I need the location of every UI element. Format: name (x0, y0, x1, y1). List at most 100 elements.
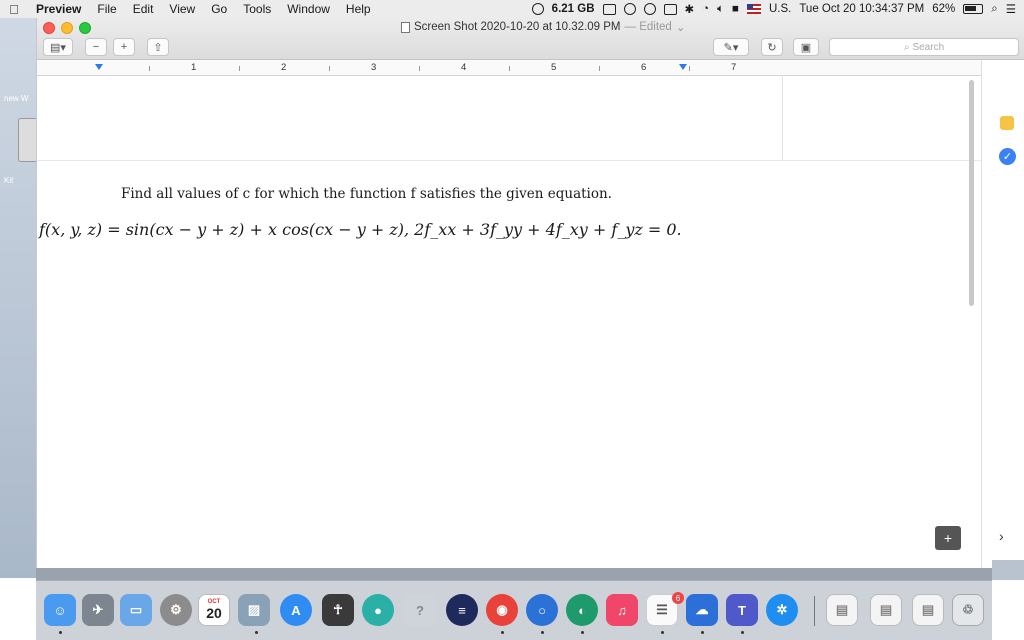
left-indent-marker[interactable] (95, 64, 103, 70)
apple-menu-icon[interactable]:  (0, 2, 28, 17)
markup-pen-icon[interactable]: ✎▾ (713, 38, 749, 56)
zoom-out-icon[interactable]: − (85, 38, 107, 56)
lock-icon[interactable]: ■ (732, 3, 739, 15)
webex-icon[interactable]: ● (362, 594, 394, 626)
desktop-drive-icon[interactable] (18, 118, 38, 162)
chevron-down-icon[interactable]: ⌄ (676, 20, 686, 34)
running-indicator (255, 631, 258, 634)
ruler-number: 6 (641, 62, 647, 73)
preview-icon[interactable]: ▨ (238, 594, 270, 626)
right-sidebar (981, 60, 1024, 568)
spotlight-icon[interactable]: ⌕ (991, 3, 997, 16)
ruler[interactable]: 1 2 3 4 5 6 7 (37, 60, 981, 76)
menu-window[interactable]: Window (279, 2, 338, 16)
menu-tools[interactable]: Tools (235, 2, 279, 16)
desktop-background: new W Kit (0, 18, 38, 578)
teams-icon[interactable]: T (726, 594, 758, 626)
search-field[interactable]: ⌕ Search (829, 38, 1019, 56)
running-indicator (701, 631, 704, 634)
status-app-icon[interactable] (531, 3, 544, 15)
close-button[interactable] (43, 22, 55, 34)
menu-go[interactable]: Go (203, 2, 235, 16)
music-icon[interactable]: ♫ (606, 594, 638, 626)
app-store-icon[interactable]: A (280, 594, 312, 626)
ruler-number: 7 (731, 62, 737, 73)
zoom-in-icon[interactable]: + (113, 38, 135, 56)
notification-center-icon[interactable]: ☰ (1006, 2, 1016, 16)
document-thumbnail-icon[interactable]: ▤ (912, 594, 944, 626)
zoom-button[interactable] (79, 22, 91, 34)
markup-toolbox-icon[interactable]: ▣ (793, 38, 819, 56)
browser-icon[interactable] (643, 3, 656, 15)
rotate-icon[interactable]: ↻ (761, 38, 783, 56)
desktop-item-label[interactable]: Kit (4, 176, 13, 185)
add-button[interactable]: + (935, 526, 961, 550)
ruler-number: 4 (461, 62, 467, 73)
menu-file[interactable]: File (89, 2, 124, 16)
battery-icon[interactable] (963, 4, 984, 14)
chevron-right-icon[interactable]: › (999, 528, 1004, 544)
system-preferences-icon[interactable]: ⚙ (160, 594, 192, 626)
clock[interactable]: Tue Oct 20 10:34:37 PM (799, 3, 924, 15)
search-icon: ⌕ (903, 41, 910, 53)
chrome-icon[interactable]: ◉ (486, 594, 518, 626)
airplay-icon[interactable] (663, 3, 677, 15)
sync-icon[interactable] (623, 3, 636, 15)
help-icon[interactable]: ? (404, 594, 436, 626)
safari-icon[interactable]: ✲ (766, 594, 798, 626)
window-title[interactable]: Screen Shot 2020-10-20 at 10.32.09 PM — … (401, 20, 685, 34)
minimize-button[interactable] (61, 22, 73, 34)
dock-separator (814, 596, 815, 626)
document-thumbnail-icon[interactable]: ▤ (826, 594, 858, 626)
calendar-icon[interactable]: OCT 20 (198, 594, 230, 626)
status-area: 6.21 GB ✱ ◔ 🔈︎ ■ U.S. Tue Oct 20 10:34:3… (531, 0, 1024, 18)
zoom-app-icon[interactable]: ○ (526, 594, 558, 626)
title-bar[interactable]: Screen Shot 2020-10-20 at 10.32.09 PM — … (37, 18, 1024, 60)
document-thumbnail-icon[interactable]: ▤ (870, 594, 902, 626)
sidebar-toggle-button[interactable]: ▤▾ (43, 38, 73, 56)
ruler-tick (239, 66, 240, 71)
preview-window: Screen Shot 2020-10-20 at 10.32.09 PM — … (36, 18, 1024, 568)
menu-edit[interactable]: Edit (125, 2, 162, 16)
menu-view[interactable]: View (161, 2, 203, 16)
bluetooth-icon[interactable]: ✱ (685, 2, 695, 16)
ruler-tick (329, 66, 330, 71)
finder-icon[interactable]: ☺ (44, 594, 76, 626)
wifi-icon[interactable]: ◔ (702, 3, 709, 15)
share-icon[interactable]: ⇧ (147, 38, 169, 56)
ruler-tick (419, 66, 420, 71)
checkmark-icon[interactable]: ✓ (999, 148, 1016, 165)
cloud-app-icon[interactable]: ☁ (686, 594, 718, 626)
storage-readout[interactable]: 6.21 GB (552, 3, 595, 15)
volume-icon[interactable]: 🔈︎ (717, 3, 724, 16)
teams-letter: T (738, 602, 746, 618)
ruler-number: 3 (371, 62, 377, 73)
kindle-icon[interactable]: ☥ (322, 594, 354, 626)
keyboard-layout[interactable]: U.S. (769, 3, 791, 15)
running-indicator (581, 631, 584, 634)
search-placeholder: Search (912, 41, 945, 53)
vertical-scrollbar[interactable] (969, 80, 974, 306)
browser-app-icon[interactable]: ◐ (566, 594, 598, 626)
launchpad-icon[interactable]: ✈ (82, 594, 114, 626)
document-divider (37, 160, 981, 161)
running-indicator (741, 631, 744, 634)
ruler-number: 2 (281, 62, 287, 73)
ruler-number: 5 (551, 62, 557, 73)
trash-icon[interactable]: ♲ (952, 594, 984, 626)
edited-status[interactable]: — Edited (625, 21, 672, 33)
battery-percent[interactable]: 62% (932, 3, 955, 15)
dock-shelf (36, 568, 992, 580)
menu-app-name[interactable]: Preview (28, 2, 89, 16)
menu-help[interactable]: Help (338, 2, 379, 16)
desktop-item-label[interactable]: new W (4, 94, 28, 103)
ruler-tick (149, 66, 150, 71)
lightbulb-icon[interactable] (1000, 116, 1014, 130)
ruler-tick (509, 66, 510, 71)
flag-icon[interactable] (746, 4, 761, 14)
document-icon (401, 21, 410, 33)
shield-icon[interactable] (602, 3, 616, 15)
keynote-icon[interactable]: ▭ (120, 594, 152, 626)
eclipse-icon[interactable]: ≡ (446, 594, 478, 626)
right-indent-marker[interactable] (679, 64, 687, 70)
